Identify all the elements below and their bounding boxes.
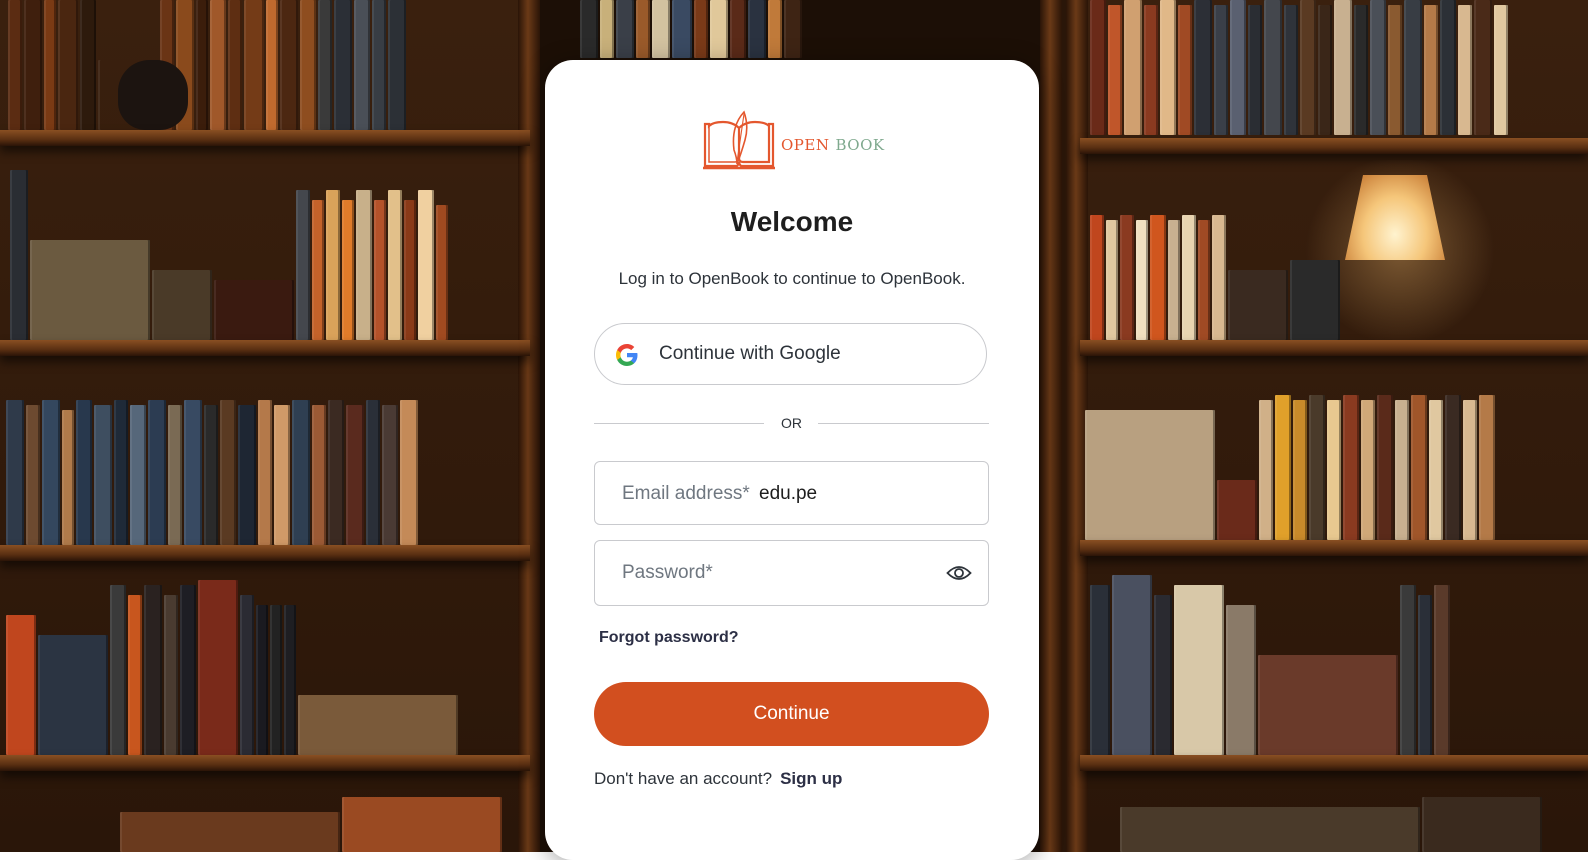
or-divider: OR bbox=[594, 413, 989, 433]
google-button-label: Continue with Google bbox=[659, 343, 841, 364]
eye-icon[interactable] bbox=[946, 562, 972, 584]
signup-prompt: Don't have an account? Sign up bbox=[594, 769, 842, 789]
page-title: Welcome bbox=[730, 206, 854, 237]
book-row bbox=[1090, 570, 1450, 755]
book-row bbox=[1120, 790, 1542, 852]
book-row bbox=[580, 0, 802, 58]
book-row bbox=[1090, 210, 1340, 340]
logo-open-text: OPEN bbox=[781, 136, 830, 154]
book-row bbox=[120, 790, 502, 852]
continue-with-google-button[interactable]: Continue with Google bbox=[594, 323, 987, 385]
figurine bbox=[118, 60, 188, 130]
no-account-text: Don't have an account? bbox=[594, 769, 773, 788]
bookcase-post bbox=[518, 0, 540, 852]
email-field[interactable]: Email address* edu.pe bbox=[594, 461, 989, 525]
google-icon bbox=[616, 344, 638, 366]
book-row bbox=[10, 170, 448, 340]
password-field[interactable]: Password* bbox=[594, 540, 989, 606]
page-subtitle: Log in to OpenBook to continue to OpenBo… bbox=[618, 269, 966, 288]
open-book-logo-icon bbox=[703, 110, 775, 170]
openbook-logo: OPEN BOOK bbox=[701, 110, 886, 172]
shelf bbox=[0, 545, 530, 561]
book-row bbox=[1090, 0, 1508, 135]
password-field-label: Password* bbox=[622, 562, 713, 583]
continue-button[interactable]: Continue bbox=[594, 682, 989, 746]
logo-book-text: BOOK bbox=[835, 136, 885, 154]
book-row bbox=[6, 395, 418, 545]
shelf bbox=[1080, 755, 1588, 771]
divider-line bbox=[818, 423, 989, 424]
shelf bbox=[1080, 340, 1588, 356]
book-row bbox=[6, 575, 458, 755]
email-field-value[interactable]: edu.pe bbox=[759, 483, 817, 505]
logo-wordmark: OPEN BOOK bbox=[781, 136, 885, 154]
bookcase-post bbox=[1040, 0, 1062, 852]
sign-up-link[interactable]: Sign up bbox=[780, 769, 842, 788]
book-row bbox=[1085, 390, 1495, 540]
shelf bbox=[0, 755, 530, 771]
forgot-password-link[interactable]: Forgot password? bbox=[599, 629, 739, 647]
shelf bbox=[1080, 540, 1588, 556]
shelf bbox=[1080, 138, 1588, 154]
shelf bbox=[0, 130, 530, 146]
shelf bbox=[0, 340, 530, 356]
book-row bbox=[8, 0, 406, 130]
login-card: OPEN BOOK Welcome Log in to OpenBook to c… bbox=[545, 60, 1039, 860]
email-field-label: Email address* bbox=[622, 483, 750, 504]
